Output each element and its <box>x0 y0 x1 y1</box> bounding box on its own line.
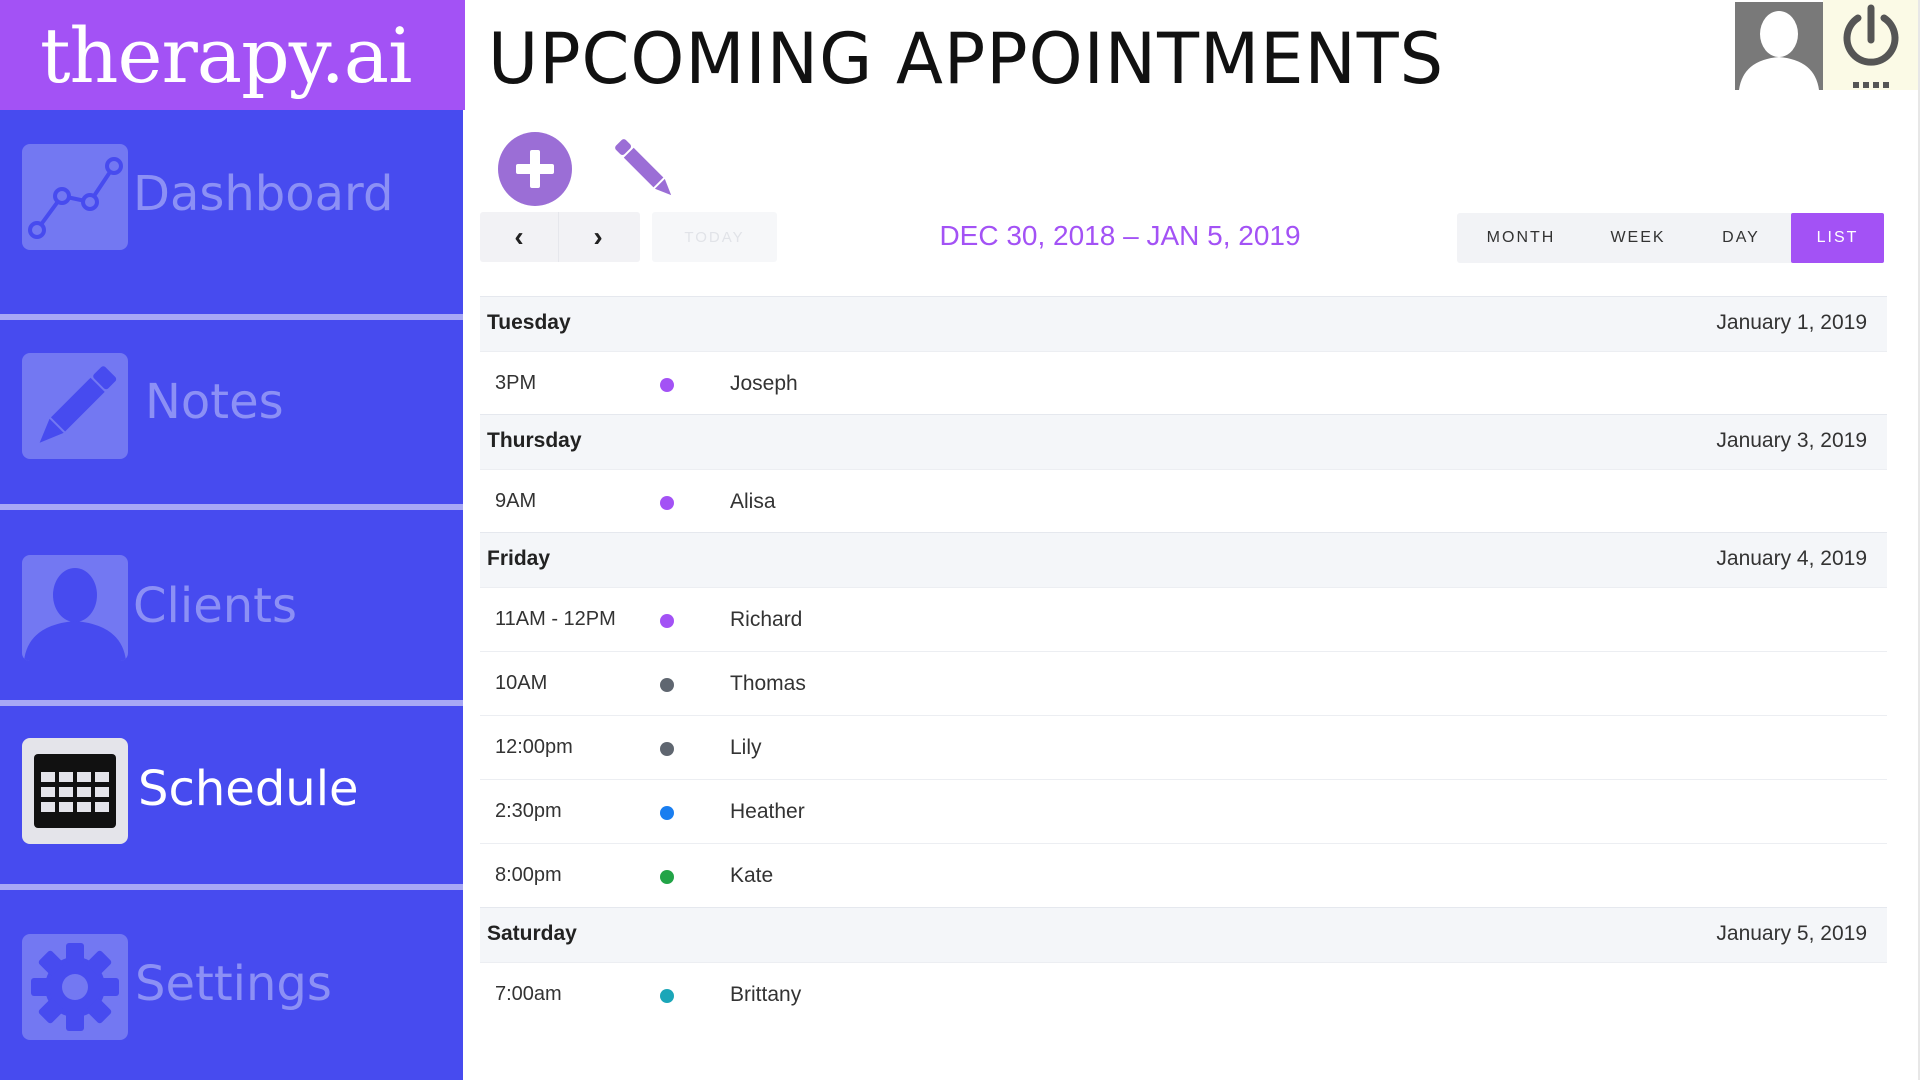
app-logo: therapy.ai <box>40 10 412 100</box>
client-name: Richard <box>730 608 803 631</box>
appointment-time: 11AM - 12PM <box>495 608 616 630</box>
appointment-time: 8:00pm <box>495 864 562 886</box>
day-header: Saturday January 5, 2019 <box>480 907 1887 962</box>
day-header: Friday January 4, 2019 <box>480 532 1887 587</box>
appointment-row[interactable]: 8:00pm Kate <box>480 843 1887 907</box>
appointment-time: 10AM <box>495 672 548 694</box>
appointment-time: 9AM <box>495 490 537 512</box>
today-button[interactable]: TODAY <box>652 212 777 262</box>
event-dot <box>660 870 674 884</box>
day-name: Tuesday <box>487 311 571 334</box>
page-title: UPCOMING APPOINTMENTS <box>488 18 1445 100</box>
appointment-row[interactable]: 3PM Joseph <box>480 351 1887 415</box>
appointment-time: 3PM <box>495 372 537 394</box>
client-name: Brittany <box>730 983 802 1006</box>
add-appointment-button[interactable] <box>498 132 572 206</box>
logo-bar: therapy.ai <box>0 0 465 110</box>
client-name: Heather <box>730 800 805 823</box>
sidebar-item-notes[interactable]: Notes <box>0 320 463 490</box>
sidebar-item-label: Dashboard <box>133 166 394 222</box>
event-dot <box>660 806 674 820</box>
chart-line-icon <box>22 144 128 250</box>
avatar-icon[interactable] <box>1735 2 1823 90</box>
prev-button[interactable]: ‹ <box>480 212 558 262</box>
event-dot <box>660 614 674 628</box>
sidebar-item-settings[interactable]: Settings <box>0 890 463 1060</box>
event-dot <box>660 496 674 510</box>
day-name: Saturday <box>487 922 577 945</box>
appointment-row[interactable]: 12:00pm Lily <box>480 715 1887 779</box>
appointment-row[interactable]: 9AM Alisa <box>480 469 1887 533</box>
sidebar: Dashboard Notes Clients Schedule Setting… <box>0 110 463 1080</box>
day-name: Thursday <box>487 429 582 452</box>
client-name: Kate <box>730 864 774 887</box>
client-name: Lily <box>730 736 762 759</box>
pencil-icon <box>22 353 128 459</box>
event-dot <box>660 742 674 756</box>
view-list-button[interactable]: LIST <box>1791 213 1884 263</box>
view-day-button[interactable]: DAY <box>1691 213 1791 263</box>
pencil-icon <box>615 139 672 196</box>
appointment-time: 7:00am <box>495 983 562 1005</box>
client-name: Joseph <box>730 372 798 395</box>
date-range: DEC 30, 2018 – JAN 5, 2019 <box>939 220 1301 251</box>
view-switcher: MONTH WEEK DAY LIST <box>1457 213 1884 263</box>
next-button[interactable]: › <box>558 212 637 262</box>
appointment-time: 2:30pm <box>495 800 562 822</box>
appointment-row[interactable]: 2:30pm Heather <box>480 779 1887 843</box>
sidebar-item-dashboard[interactable]: Dashboard <box>0 116 463 286</box>
sidebar-item-label: Clients <box>133 578 297 634</box>
day-header: Thursday January 3, 2019 <box>480 414 1887 469</box>
sidebar-item-label: Schedule <box>138 761 359 817</box>
event-dot <box>660 678 674 692</box>
person-icon <box>22 555 128 661</box>
appointment-row[interactable]: 10AM Thomas <box>480 651 1887 715</box>
day-name: Friday <box>487 547 551 570</box>
edit-appointment-button[interactable] <box>610 134 680 204</box>
day-date: January 1, 2019 <box>1716 311 1867 334</box>
sidebar-item-schedule[interactable]: Schedule <box>0 706 463 876</box>
day-date: January 4, 2019 <box>1716 547 1867 570</box>
view-month-button[interactable]: MONTH <box>1457 213 1585 263</box>
sidebar-item-label: Settings <box>135 956 332 1012</box>
sidebar-item-label: Notes <box>145 374 284 430</box>
plus-circle-icon <box>516 150 554 188</box>
day-date: January 5, 2019 <box>1716 922 1867 945</box>
day-date: January 3, 2019 <box>1716 429 1867 452</box>
day-header: Tuesday January 1, 2019 <box>480 296 1887 351</box>
client-name: Thomas <box>730 672 806 695</box>
appointment-time: 12:00pm <box>495 736 573 758</box>
appointment-row[interactable]: 11AM - 12PM Richard <box>480 587 1887 651</box>
view-week-button[interactable]: WEEK <box>1585 213 1691 263</box>
sidebar-item-clients[interactable]: Clients <box>0 510 463 680</box>
client-name: Alisa <box>730 490 776 513</box>
event-dot <box>660 989 674 1003</box>
event-dot <box>660 378 674 392</box>
calendar-grid-icon <box>22 738 128 844</box>
prev-next-group: ‹ › <box>480 212 640 262</box>
power-icon[interactable] <box>1823 0 1920 90</box>
gear-icon <box>22 934 128 1040</box>
appointment-row[interactable]: 7:00am Brittany <box>480 962 1887 1026</box>
